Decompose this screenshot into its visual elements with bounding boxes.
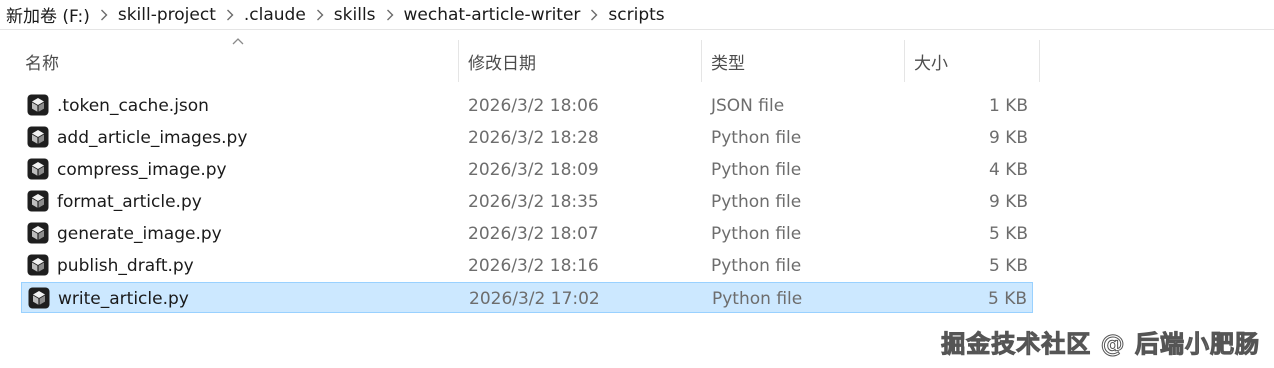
column-header-name[interactable]: 名称 (17, 40, 457, 82)
chevron-right-icon[interactable] (584, 9, 604, 21)
watermark-text: 掘金技术社区 @ 后端小肥肠 (941, 330, 1260, 359)
file-row[interactable]: generate_image.py 2026/3/2 18:07 Python fi… (21, 218, 1033, 249)
file-name: format_article.py (57, 191, 202, 212)
breadcrumb-item-scripts[interactable]: scripts (604, 5, 668, 25)
file-type: Python file (712, 288, 803, 309)
chevron-right-icon[interactable] (220, 9, 240, 21)
column-divider[interactable] (458, 40, 459, 82)
breadcrumb-item-wechat-article-writer[interactable]: wechat-article-writer (400, 5, 585, 25)
file-size: 5 KB (988, 255, 1028, 276)
chevron-right-icon[interactable] (94, 9, 114, 21)
file-type: Python file (711, 223, 802, 244)
file-row[interactable]: .token_cache.json 2026/3/2 18:06 JSON file… (21, 90, 1033, 121)
file-name: generate_image.py (57, 223, 222, 244)
file-modified-date: 2026/3/2 18:16 (468, 255, 599, 276)
file-type: Python file (711, 191, 802, 212)
file-modified-date: 2026/3/2 18:09 (468, 159, 599, 180)
file-row[interactable]: write_article.py 2026/3/2 17:02 Python fil… (21, 282, 1033, 313)
column-header-date[interactable]: 修改日期 (460, 40, 700, 82)
file-size: 5 KB (987, 288, 1027, 309)
file-size: 9 KB (988, 191, 1028, 212)
breadcrumb-item-skills[interactable]: skills (330, 5, 380, 25)
file-type: Python file (711, 127, 802, 148)
file-name: write_article.py (58, 288, 189, 309)
file-type: JSON file (711, 95, 785, 116)
file-size: 4 KB (988, 159, 1028, 180)
column-divider[interactable] (904, 40, 905, 82)
file-row[interactable]: format_article.py 2026/3/2 18:35 Python fi… (21, 186, 1033, 217)
file-cube-icon (27, 222, 49, 244)
file-name: add_article_images.py (57, 127, 248, 148)
file-name: publish_draft.py (57, 255, 194, 276)
file-modified-date: 2026/3/2 18:28 (468, 127, 599, 148)
file-type: Python file (711, 159, 802, 180)
file-row[interactable]: add_article_images.py 2026/3/2 18:28 Pytho… (21, 122, 1033, 153)
file-modified-date: 2026/3/2 18:07 (468, 223, 599, 244)
column-divider[interactable] (701, 40, 702, 82)
chevron-right-icon[interactable] (310, 9, 330, 21)
file-size: 1 KB (988, 95, 1028, 116)
column-header-type[interactable]: 类型 (703, 40, 903, 82)
breadcrumb: 新加卷 (F:) skill-project .claude skills we… (0, 0, 1274, 30)
file-row[interactable]: publish_draft.py 2026/3/2 18:16 Python fil… (21, 250, 1033, 281)
file-cube-icon (27, 254, 49, 276)
breadcrumb-item-skill-project[interactable]: skill-project (114, 5, 220, 25)
file-modified-date: 2026/3/2 18:06 (468, 95, 599, 116)
breadcrumb-item-drive[interactable]: 新加卷 (F:) (2, 2, 94, 27)
file-size: 5 KB (988, 223, 1028, 244)
file-name: .token_cache.json (57, 95, 209, 116)
file-cube-icon (27, 158, 49, 180)
file-explorer-window: 新加卷 (F:) skill-project .claude skills we… (0, 0, 1274, 368)
file-cube-icon (28, 287, 50, 309)
column-header-row: 名称 修改日期 类型 大小 (0, 40, 1274, 82)
file-name: compress_image.py (57, 159, 227, 180)
breadcrumb-item-claude[interactable]: .claude (240, 5, 310, 25)
file-row[interactable]: compress_image.py 2026/3/2 18:09 Python fi… (21, 154, 1033, 185)
column-divider[interactable] (1039, 40, 1040, 82)
file-modified-date: 2026/3/2 18:35 (468, 191, 599, 212)
file-modified-date: 2026/3/2 17:02 (469, 288, 600, 309)
column-header-size[interactable]: 大小 (906, 40, 1039, 82)
chevron-right-icon[interactable] (380, 9, 400, 21)
file-cube-icon (27, 126, 49, 148)
file-size: 9 KB (988, 127, 1028, 148)
file-type: Python file (711, 255, 802, 276)
file-cube-icon (27, 190, 49, 212)
file-cube-icon (27, 94, 49, 116)
